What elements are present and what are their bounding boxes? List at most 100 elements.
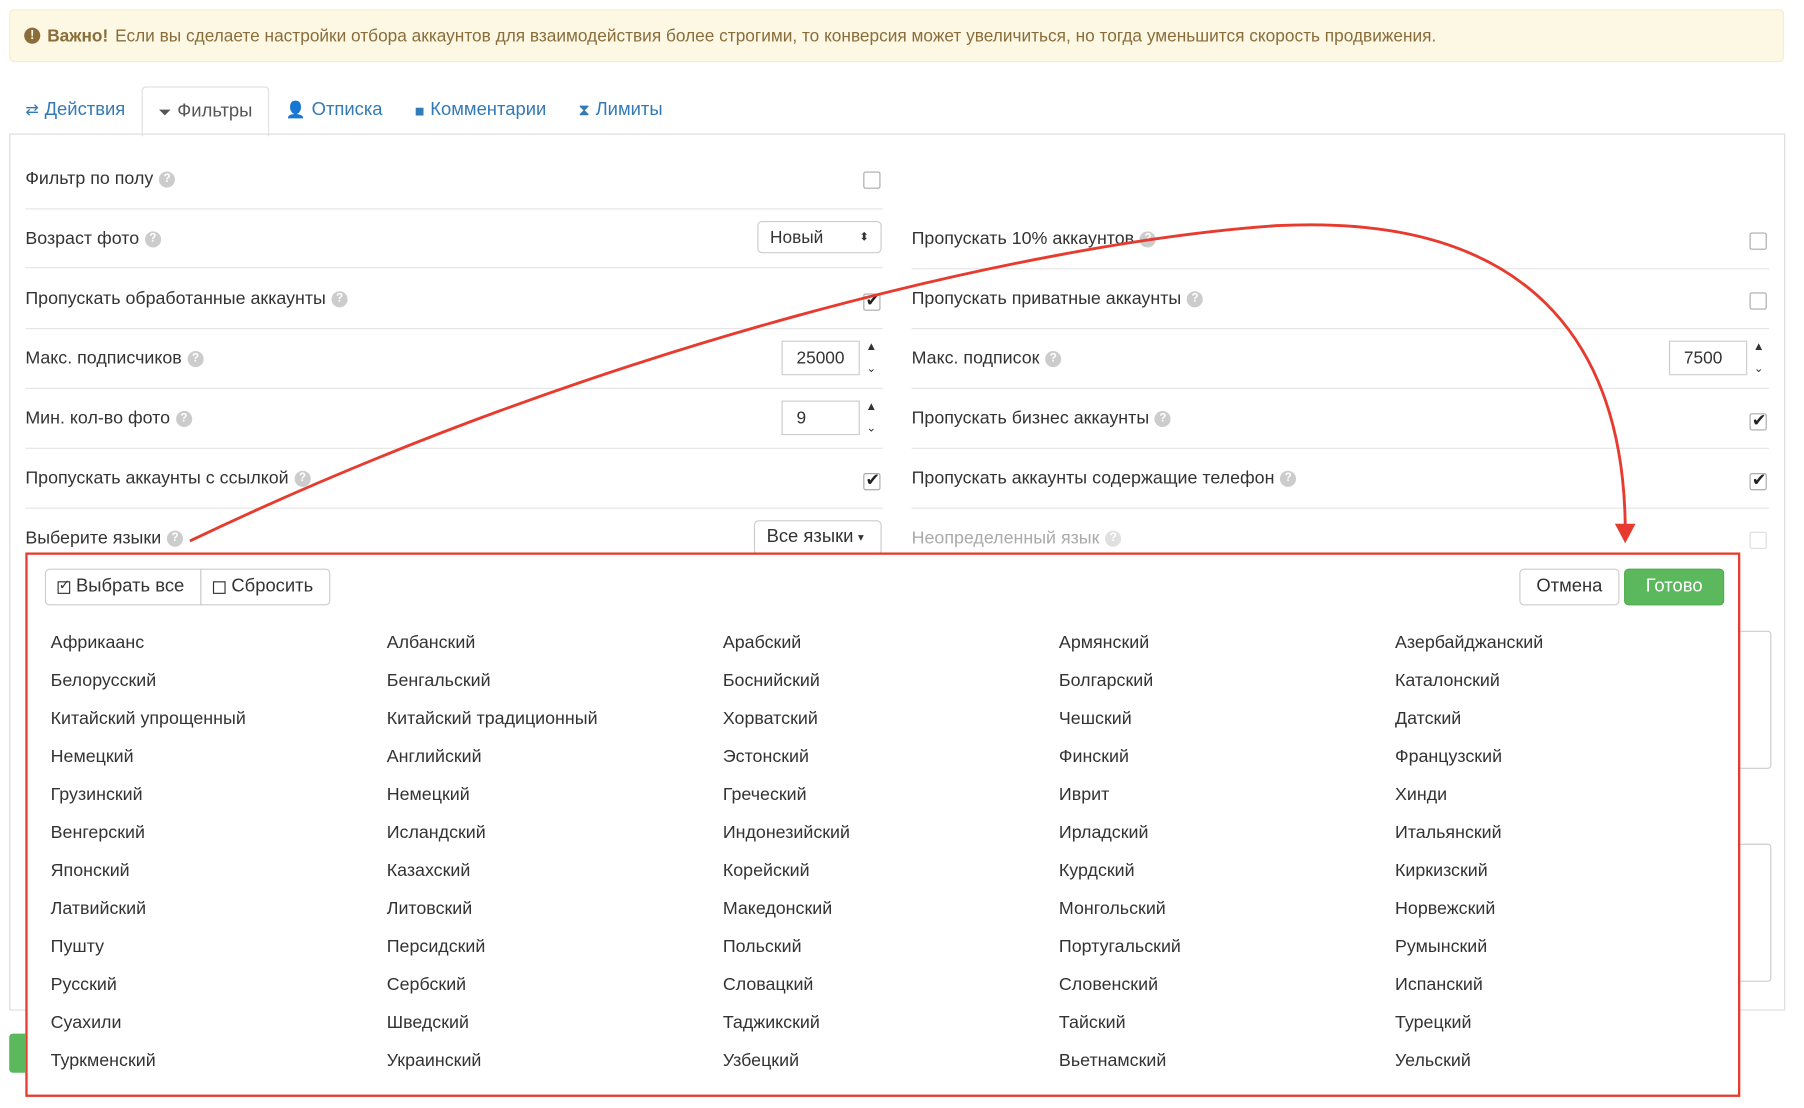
skip-business-checkbox[interactable] (1749, 410, 1767, 430)
language-option[interactable]: Сербский (387, 974, 723, 1012)
tab-actions[interactable]: ⇄ Действия (9, 86, 141, 133)
languages-dropdown-button[interactable]: Все языки ▾ (753, 520, 882, 555)
language-option[interactable]: Английский (387, 746, 723, 784)
language-option[interactable]: Китайский традиционный (387, 708, 723, 746)
help-icon[interactable]: ? (1186, 291, 1204, 308)
language-option[interactable]: Тайский (1059, 1012, 1395, 1050)
help-icon[interactable]: ? (1280, 470, 1297, 487)
language-option[interactable]: Французский (1395, 746, 1731, 784)
min-photos-input[interactable]: 9 ▲ ⌄ (781, 400, 883, 436)
language-option[interactable]: Турецкий (1395, 1012, 1731, 1050)
language-option[interactable]: Пушту (51, 936, 387, 974)
language-option[interactable]: Немецкий (387, 784, 723, 822)
save-button-edge[interactable] (9, 1033, 26, 1073)
help-icon[interactable]: ? (1105, 530, 1122, 547)
language-option[interactable]: Немецкий (51, 746, 387, 784)
language-option[interactable]: Итальянский (1395, 822, 1731, 860)
language-option[interactable]: Корейский (723, 860, 1059, 898)
language-option[interactable]: Украинский (387, 1050, 723, 1088)
language-option[interactable]: Латвийский (51, 898, 387, 936)
tab-unfollow[interactable]: 👤 Отписка (270, 86, 399, 133)
skip-private-checkbox[interactable] (1749, 292, 1767, 310)
language-option[interactable]: Хорватский (723, 708, 1059, 746)
language-option[interactable]: Азербайджанский (1395, 632, 1731, 670)
language-option[interactable]: Хинди (1395, 784, 1731, 822)
max-following-input[interactable]: 7500 ▲ ⌄ (1668, 340, 1770, 376)
language-option[interactable]: Боснийский (723, 670, 1059, 708)
done-button[interactable]: Готово (1624, 568, 1725, 606)
language-option[interactable]: Чешский (1059, 708, 1395, 746)
language-option[interactable]: Японский (51, 860, 387, 898)
language-option[interactable]: Суахили (51, 1012, 387, 1050)
max-following-value[interactable]: 7500 (1668, 340, 1748, 376)
language-option[interactable]: Македонский (723, 898, 1059, 936)
photo-age-select[interactable]: Новый ⬍ (757, 220, 882, 254)
help-icon[interactable]: ? (175, 410, 192, 428)
undefined-lang-checkbox[interactable] (1749, 531, 1767, 550)
language-option[interactable]: Индонезийский (723, 822, 1059, 860)
help-icon[interactable]: ? (331, 291, 348, 308)
tab-comments[interactable]: ■ Комментарии (399, 86, 563, 133)
language-option[interactable]: Словенский (1059, 974, 1395, 1012)
language-option[interactable]: Литовский (387, 898, 723, 936)
language-option[interactable]: Венгерский (51, 822, 387, 860)
stepper-icon[interactable]: ▲ ⌄ (860, 401, 883, 436)
select-all-button[interactable]: Выбрать все (44, 568, 202, 606)
max-followers-input[interactable]: 25000 ▲ ⌄ (781, 340, 883, 376)
help-icon[interactable]: ? (166, 530, 184, 547)
language-option[interactable]: Албанский (387, 632, 723, 670)
language-option[interactable]: Финский (1059, 746, 1395, 784)
language-option[interactable]: Арабский (723, 632, 1059, 670)
help-icon[interactable]: ? (159, 171, 176, 188)
language-option[interactable]: Румынский (1395, 936, 1731, 974)
language-option[interactable]: Казахский (387, 860, 723, 898)
language-option[interactable]: Бенгальский (387, 670, 723, 708)
language-option[interactable]: Киркизский (1395, 860, 1731, 898)
help-icon[interactable]: ? (1139, 231, 1157, 248)
language-option[interactable]: Грузинский (51, 784, 387, 822)
language-option[interactable]: Болгарский (1059, 670, 1395, 708)
language-option[interactable]: Монгольский (1059, 898, 1395, 936)
help-icon[interactable]: ? (1045, 351, 1062, 368)
language-option[interactable]: Норвежский (1395, 898, 1731, 936)
language-option[interactable]: Датский (1395, 708, 1731, 746)
language-option[interactable]: Каталонский (1395, 670, 1731, 708)
language-option[interactable]: Китайский упрощенный (51, 708, 387, 746)
language-option[interactable]: Португальский (1059, 936, 1395, 974)
skip-link-checkbox[interactable] (863, 470, 881, 491)
max-followers-value[interactable]: 25000 (781, 340, 860, 376)
tab-limits[interactable]: ⧗ Лимиты (562, 86, 678, 133)
cancel-button[interactable]: Отмена (1519, 568, 1620, 606)
language-option[interactable]: Ирладский (1059, 822, 1395, 860)
language-option[interactable]: Шведский (387, 1012, 723, 1050)
language-option[interactable]: Польский (723, 936, 1059, 974)
language-option[interactable]: Курдский (1059, 860, 1395, 898)
language-option[interactable]: Иврит (1059, 784, 1395, 822)
language-option[interactable]: Узбецкий (723, 1050, 1059, 1088)
language-option[interactable]: Словацкий (723, 974, 1059, 1012)
skip-processed-checkbox[interactable] (863, 290, 881, 311)
help-icon[interactable]: ? (294, 470, 311, 487)
language-option[interactable]: Белорусский (51, 670, 387, 708)
language-option[interactable]: Туркменский (51, 1050, 387, 1088)
help-icon[interactable]: ? (187, 351, 204, 368)
language-option[interactable]: Уельский (1395, 1050, 1731, 1088)
language-option[interactable]: Испанский (1395, 974, 1731, 1012)
language-option[interactable]: Персидский (387, 936, 723, 974)
language-option[interactable]: Греческий (723, 784, 1059, 822)
skip-phone-checkbox[interactable] (1749, 470, 1767, 491)
reset-button[interactable]: Сбросить (200, 568, 331, 606)
language-option[interactable]: Африкаанс (51, 632, 387, 670)
stepper-icon[interactable]: ▲ ⌄ (1747, 341, 1770, 376)
language-option[interactable]: Русский (51, 974, 387, 1012)
stepper-icon[interactable]: ▲ ⌄ (860, 341, 883, 376)
tab-filters[interactable]: ⏷ Фильтры (141, 86, 270, 137)
language-option[interactable]: Армянский (1059, 632, 1395, 670)
skip10-checkbox[interactable] (1749, 232, 1767, 250)
help-icon[interactable]: ? (1154, 410, 1172, 428)
language-option[interactable]: Таджикский (723, 1012, 1059, 1050)
language-option[interactable]: Исландский (387, 822, 723, 860)
help-icon[interactable]: ? (144, 231, 161, 248)
language-option[interactable]: Вьетнамский (1059, 1050, 1395, 1088)
min-photos-value[interactable]: 9 (781, 400, 860, 436)
